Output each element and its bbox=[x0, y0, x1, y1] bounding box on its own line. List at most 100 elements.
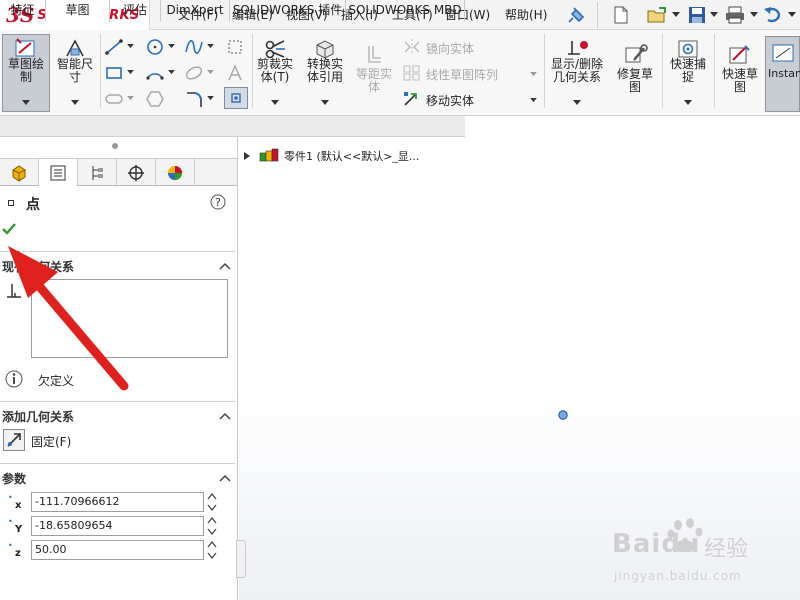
chevron-down-icon[interactable] bbox=[168, 70, 175, 75]
construction-geometry-icon[interactable] bbox=[225, 38, 245, 56]
chevron-down-icon[interactable] bbox=[127, 70, 134, 75]
offset-entities-icon bbox=[368, 46, 381, 63]
polygon-icon[interactable] bbox=[145, 90, 165, 108]
appearance-pie-icon bbox=[168, 165, 182, 180]
point-icon bbox=[231, 93, 241, 103]
z-coordinate-input[interactable]: 50.00 bbox=[31, 540, 204, 560]
z-coordinate-icon: • z bbox=[8, 541, 21, 559]
sketch-point[interactable] bbox=[557, 409, 569, 421]
expand-arrow-icon[interactable] bbox=[242, 151, 252, 161]
y-coordinate-input[interactable]: -18.65809654 bbox=[31, 516, 204, 536]
instant2d-label: Instan bbox=[768, 67, 800, 80]
property-manager-title: 点 bbox=[26, 197, 40, 213]
instant2d-icon bbox=[772, 44, 794, 62]
feature-manager-tab[interactable] bbox=[0, 159, 39, 186]
chevron-down-icon[interactable] bbox=[271, 100, 279, 106]
sketch-icon bbox=[15, 38, 35, 57]
tab-features[interactable]: 特征 bbox=[0, 0, 46, 21]
chevron-down-icon[interactable] bbox=[207, 70, 214, 75]
spline-icon[interactable] bbox=[184, 38, 204, 56]
configuration-manager-tab[interactable] bbox=[78, 159, 117, 186]
chevron-down-icon[interactable] bbox=[127, 44, 134, 49]
chevron-down-icon[interactable] bbox=[788, 12, 796, 18]
fix-relation-label[interactable]: 固定(F) bbox=[31, 433, 71, 450]
feature-tree-icon bbox=[12, 164, 26, 182]
chevron-down-icon[interactable] bbox=[672, 12, 680, 18]
svg-text:?: ? bbox=[215, 196, 221, 209]
chevron-down-icon[interactable] bbox=[530, 98, 537, 103]
chevron-down-icon[interactable] bbox=[321, 100, 329, 106]
help-icon[interactable]: ? bbox=[210, 194, 226, 210]
new-document-icon[interactable] bbox=[610, 5, 632, 25]
x-spinner-icon[interactable] bbox=[206, 491, 218, 513]
collapse-caret-icon[interactable] bbox=[218, 261, 232, 271]
print-icon[interactable] bbox=[724, 5, 746, 25]
collapse-caret-icon[interactable] bbox=[218, 473, 232, 483]
display-manager-tab[interactable] bbox=[156, 159, 195, 186]
point-title-icon bbox=[8, 200, 14, 206]
move-entities-button[interactable]: 移动实体 bbox=[426, 92, 474, 109]
ellipse-icon[interactable] bbox=[184, 64, 204, 82]
slot-icon[interactable] bbox=[104, 90, 124, 108]
chevron-down-icon[interactable] bbox=[573, 100, 581, 106]
y-coordinate-icon: • Y bbox=[8, 517, 23, 535]
chevron-down-icon[interactable] bbox=[71, 100, 79, 106]
linear-pattern-icon[interactable] bbox=[402, 64, 422, 82]
tab-solidworks-mbd[interactable]: SOLIDWORKS MBD bbox=[346, 0, 465, 21]
rapid-sketch-button[interactable]: 快速草 图 bbox=[716, 68, 764, 144]
tab-dimxpert[interactable]: DimXpert bbox=[161, 0, 230, 21]
red-annotation-arrow bbox=[8, 246, 129, 391]
crosshair-icon bbox=[128, 164, 144, 181]
chevron-down-icon[interactable] bbox=[530, 72, 537, 77]
feature-tree-root[interactable]: 零件1 (默认<<默认>_显... bbox=[242, 147, 419, 165]
linear-pattern-button[interactable]: 线性草图阵列 bbox=[426, 66, 498, 83]
chevron-down-icon[interactable] bbox=[710, 12, 718, 18]
tab-solidworks-addins[interactable]: SOLIDWORKS 插件 bbox=[230, 0, 346, 21]
rectangle-icon[interactable] bbox=[104, 64, 124, 82]
x-coordinate-icon: • x bbox=[8, 493, 22, 511]
rapid-sketch-icon bbox=[729, 45, 750, 64]
tab-evaluate[interactable]: 评估 bbox=[110, 0, 161, 21]
property-manager-tab[interactable] bbox=[39, 159, 78, 186]
baidu-watermark: Baidu 经验 jingyan.baidu.com bbox=[612, 515, 792, 595]
repair-sketch-icon bbox=[625, 44, 648, 63]
chevron-down-icon[interactable] bbox=[207, 96, 214, 101]
part-icon bbox=[259, 148, 279, 162]
watermark-brand: Baidu bbox=[612, 529, 701, 559]
panel-flyout-handle[interactable] bbox=[236, 540, 246, 578]
move-entities-icon[interactable] bbox=[402, 90, 422, 108]
undo-icon[interactable] bbox=[762, 5, 784, 25]
arc-icon[interactable] bbox=[145, 64, 165, 82]
text-icon[interactable] bbox=[225, 64, 245, 82]
x-coordinate-input[interactable]: -111.70966612 bbox=[31, 492, 204, 512]
panel-splitter-handle[interactable] bbox=[112, 143, 118, 149]
circle-icon[interactable] bbox=[145, 38, 165, 56]
line-icon[interactable] bbox=[104, 38, 124, 56]
chevron-down-icon[interactable] bbox=[684, 100, 692, 106]
chevron-down-icon[interactable] bbox=[207, 44, 214, 49]
configuration-icon bbox=[92, 165, 103, 180]
display-delete-relations-button[interactable]: 显示/删除 几何关系 bbox=[546, 58, 608, 134]
mirror-entities-icon[interactable] bbox=[402, 38, 422, 56]
fix-anchor-icon bbox=[7, 433, 21, 447]
pin-icon[interactable] bbox=[566, 5, 588, 25]
add-relations-title: 添加几何关系 bbox=[2, 410, 75, 424]
menu-help[interactable]: 帮助(H) bbox=[505, 6, 547, 23]
fillet-icon[interactable] bbox=[184, 90, 204, 108]
dimxpert-manager-tab[interactable] bbox=[117, 159, 156, 186]
quick-snaps-button[interactable]: 快速捕 捉 bbox=[664, 58, 712, 134]
chevron-down-icon[interactable] bbox=[127, 96, 134, 101]
repair-sketch-button[interactable]: 修复草 图 bbox=[610, 68, 660, 144]
open-icon[interactable] bbox=[646, 5, 668, 25]
z-spinner-icon[interactable] bbox=[206, 539, 218, 561]
mirror-entities-button[interactable]: 镜向实体 bbox=[426, 40, 474, 57]
chevron-down-icon[interactable] bbox=[168, 44, 175, 49]
watermark-cn: 经验 bbox=[704, 537, 749, 562]
chevron-down-icon[interactable] bbox=[22, 100, 30, 106]
parameters-title: 参数 bbox=[2, 472, 27, 486]
collapse-caret-icon[interactable] bbox=[218, 411, 232, 421]
save-icon[interactable] bbox=[686, 5, 708, 25]
tab-sketch[interactable]: 草图 bbox=[46, 0, 110, 22]
chevron-down-icon[interactable] bbox=[750, 12, 758, 18]
y-spinner-icon[interactable] bbox=[206, 515, 218, 537]
